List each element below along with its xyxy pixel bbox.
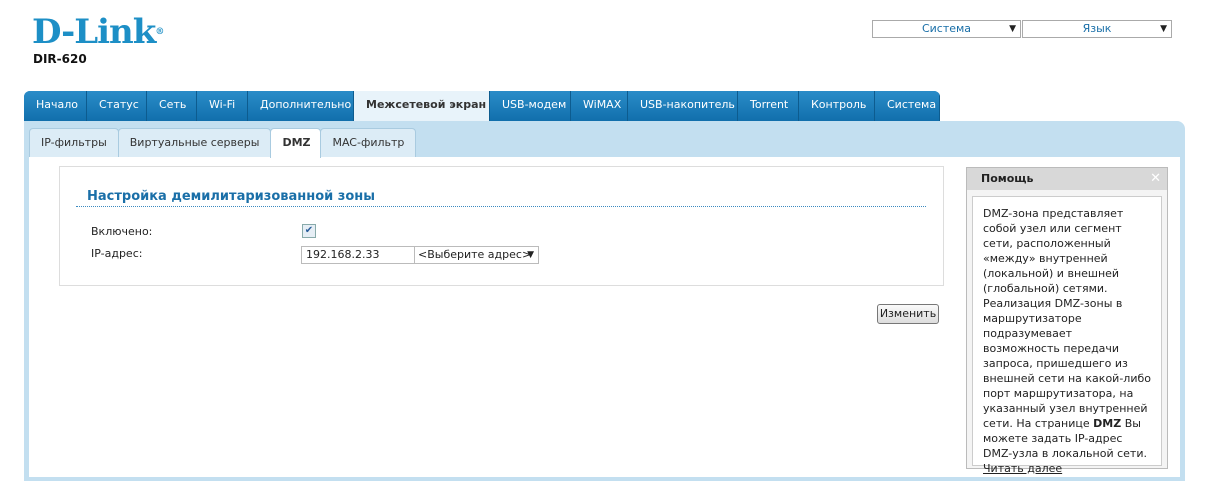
system-menu[interactable]: Система ▼	[872, 20, 1021, 38]
subtab-dmz[interactable]: DMZ	[270, 128, 322, 158]
divider	[76, 206, 926, 207]
dlink-logo: D-Link®	[32, 12, 164, 52]
help-text: DMZ-зона представляет собой узел или сег…	[972, 196, 1162, 475]
chevron-down-icon: ▼	[1009, 24, 1016, 34]
ip-label: IP-адрес:	[91, 247, 143, 260]
tab-system[interactable]: Система	[875, 91, 940, 121]
address-select[interactable]: <Выберите адрес> ▼	[414, 246, 539, 264]
tab-usb-storage[interactable]: USB-накопитель	[628, 91, 738, 121]
tab-network[interactable]: Сеть	[147, 91, 197, 121]
dmz-form	[59, 166, 944, 286]
subtab-mac-filter[interactable]: MAC-фильтр	[320, 128, 417, 157]
tab-wimax[interactable]: WiMAX	[571, 91, 628, 121]
tab-advanced[interactable]: Дополнительно	[248, 91, 354, 121]
tab-wifi[interactable]: Wi-Fi	[197, 91, 248, 121]
section-title: Настройка демилитаризованной зоны	[87, 189, 375, 204]
enabled-checkbox[interactable]: ✔	[302, 224, 316, 238]
help-title: Помощь	[981, 172, 1034, 185]
tab-torrent[interactable]: Torrent	[738, 91, 799, 121]
sub-nav: IP-фильтры Виртуальные серверы DMZ MAC-ф…	[29, 128, 417, 158]
read-more-link[interactable]: Читать далее	[983, 462, 1062, 475]
model-name: DIR-620	[33, 52, 87, 66]
tab-firewall[interactable]: Межсетевой экран	[354, 91, 490, 121]
tab-control[interactable]: Контроль	[799, 91, 875, 121]
chevron-down-icon: ▼	[1160, 24, 1167, 34]
help-panel: Помощь ✕ DMZ-зона представляет собой узел…	[966, 167, 1168, 475]
subtab-ip-filters[interactable]: IP-фильтры	[29, 128, 119, 157]
save-button[interactable]: Изменить	[877, 304, 939, 324]
close-icon[interactable]: ✕	[1150, 168, 1161, 190]
tab-status[interactable]: Статус	[87, 91, 147, 121]
tab-home[interactable]: Начало	[24, 91, 87, 121]
chevron-down-icon: ▼	[527, 250, 534, 260]
enabled-label: Включено:	[91, 225, 153, 238]
tab-usb-modem[interactable]: USB-модем	[490, 91, 571, 121]
language-menu[interactable]: Язык ▼	[1022, 20, 1172, 38]
main-nav: Начало Статус Сеть Wi-Fi Дополнительно М…	[24, 91, 940, 121]
subtab-virtual-servers[interactable]: Виртуальные серверы	[117, 128, 272, 157]
ip-address-input[interactable]: 192.168.2.33	[301, 246, 415, 264]
